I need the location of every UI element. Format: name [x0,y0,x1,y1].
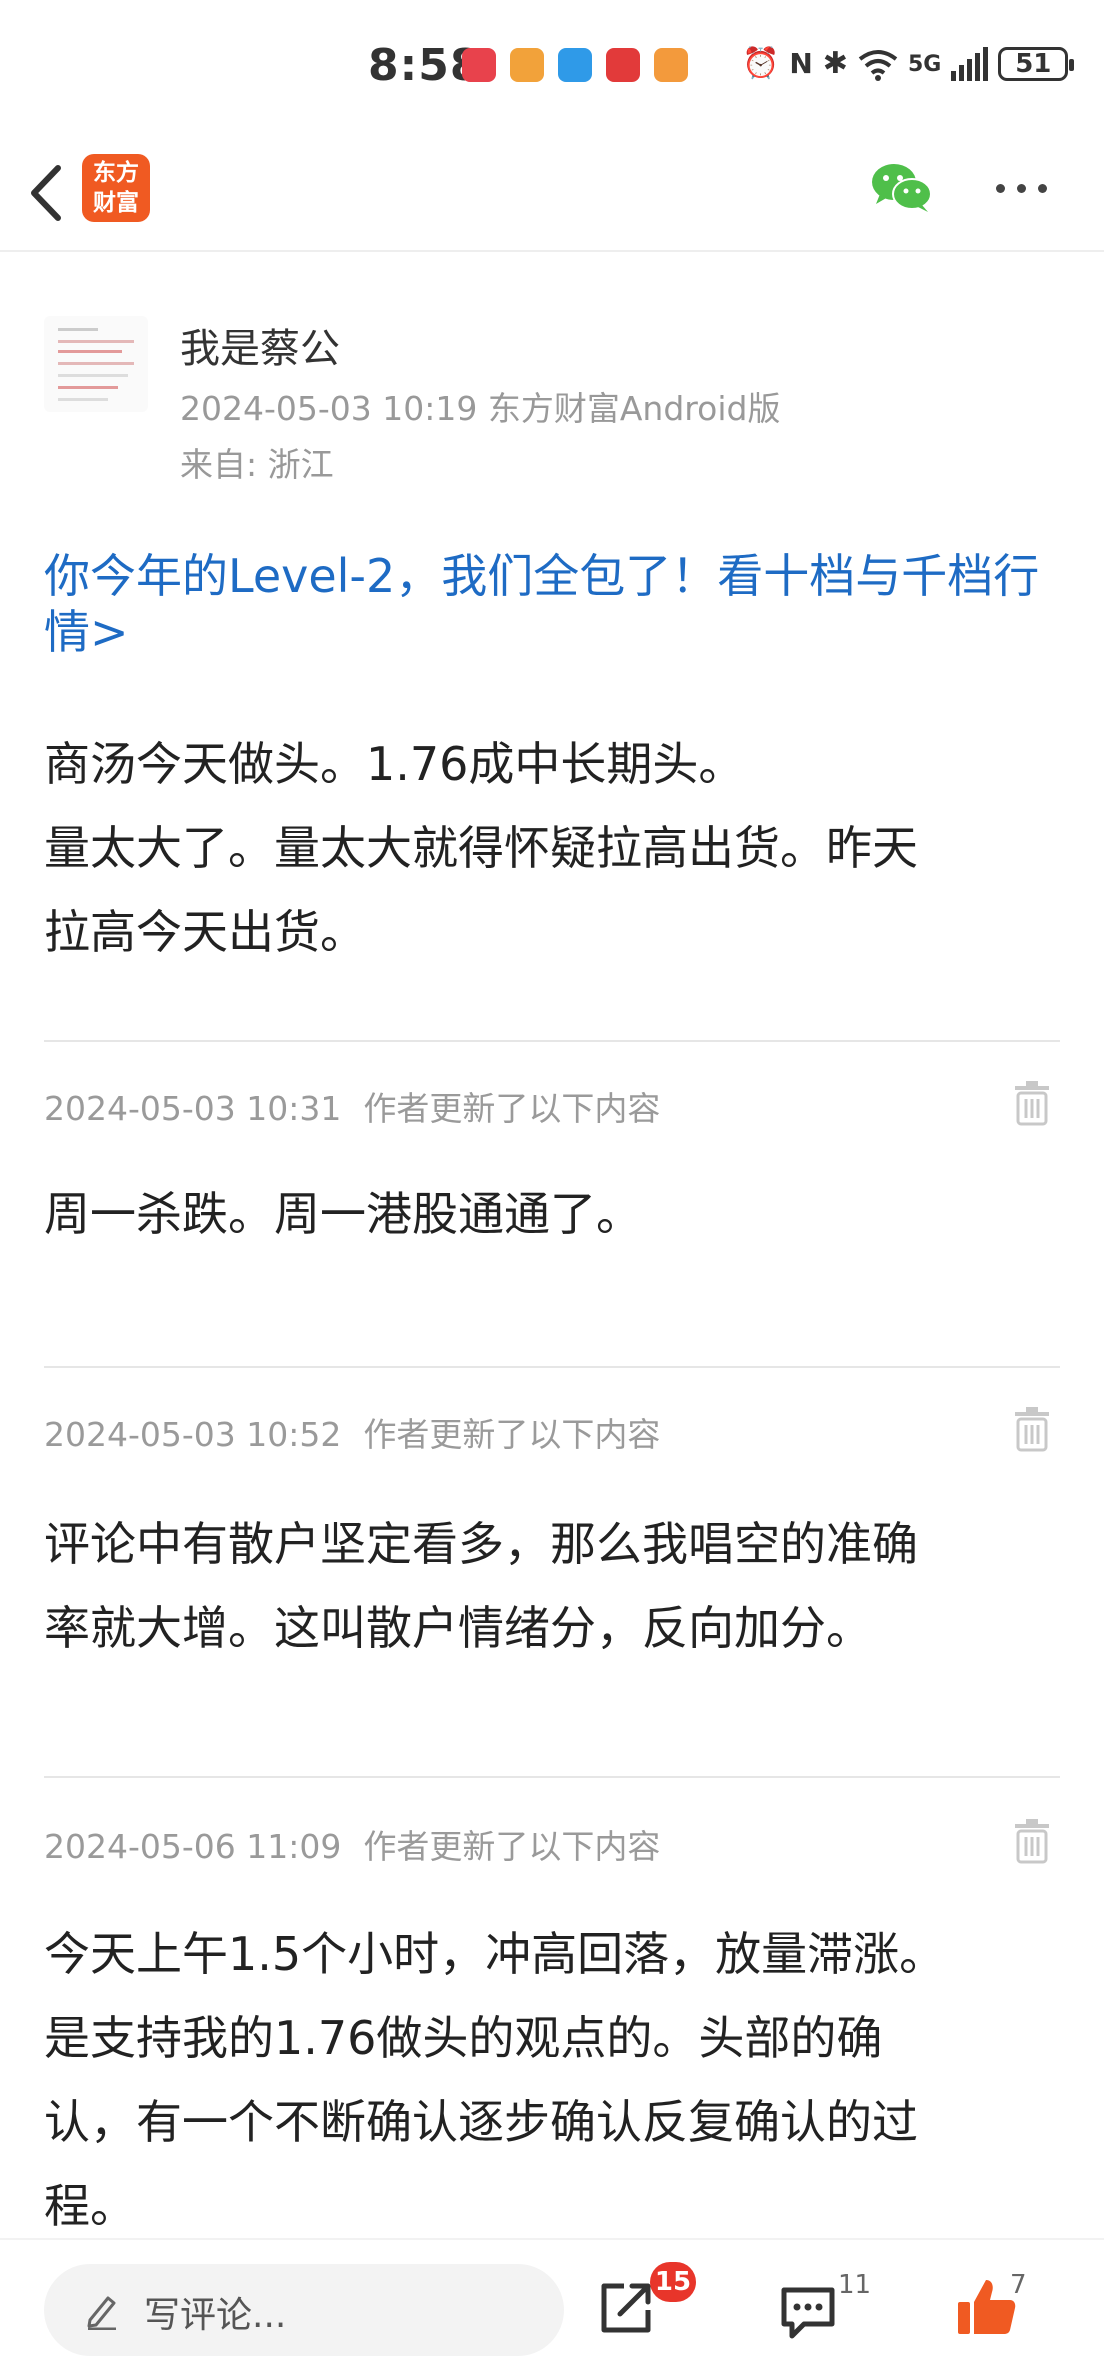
comment-count: 11 [838,2270,872,2300]
red-app-icon [606,48,640,82]
like-count: 7 [1010,2270,1027,2300]
status-bar: 8:58 ⏰ N ✱ 5G 51 [0,0,1104,140]
update-time: 2024-05-03 10:52 [44,1415,342,1454]
post-line: 量太大了。量太大就得怀疑拉高出货。昨天 [44,821,918,875]
update-header: 2024-05-03 10:31 作者更新了以下内容 [44,1082,660,1130]
trash-icon[interactable] [1012,1406,1052,1452]
update-header: 2024-05-03 10:52 作者更新了以下内容 [44,1408,660,1456]
comment-icon[interactable] [778,2284,838,2340]
alarm-icon: ⏰ [742,46,780,81]
update-line: 率就大增。这叫散户情绪分，反向加分。 [44,1601,872,1655]
divider [44,1040,1060,1042]
update-body: 今天上午1.5个小时，冲高回落，放量滞涨。 是支持我的1.76做头的观点的。头部… [44,1912,1060,2248]
battery-icon: 51 [998,47,1075,81]
update-line: 是支持我的1.76做头的观点的。头部的确 [44,2011,883,2065]
message-app-icon [558,48,592,82]
wifi-icon [858,50,898,81]
post-body: 商汤今天做头。1.76成中长期头。 量太大了。量太大就得怀疑拉高出货。昨天 拉高… [44,722,1060,974]
update-label: 作者更新了以下内容 [363,1415,661,1454]
weibo-icon [510,48,544,82]
system-indicators: ⏰ N ✱ 5G 51 [742,46,1075,82]
update-time: 2024-05-06 11:09 [44,1827,342,1866]
post-meta: 2024-05-03 10:19 东方财富Android版 [180,389,781,428]
update-line: 评论中有散户坚定看多，那么我唱空的准确 [44,1517,918,1571]
network-type: 5G [907,51,942,77]
update-label: 作者更新了以下内容 [363,1089,661,1128]
author-name[interactable]: 我是蔡公 [180,316,340,374]
update-line: 程。 [44,2179,136,2233]
app-header: 东方 财富 [0,140,1104,252]
trash-icon[interactable] [1012,1818,1052,1864]
divider [44,1776,1060,1778]
update-time: 2024-05-03 10:31 [44,1089,342,1128]
thumbs-up-icon[interactable] [956,2276,1018,2338]
update-body: 周一杀跌。周一港股通通了。 [44,1172,1060,1256]
back-arrow-icon[interactable] [22,158,72,228]
update-header: 2024-05-06 11:09 作者更新了以下内容 [44,1820,660,1868]
huawei-app-icon [462,48,496,82]
update-line: 周一杀跌。周一港股通通了。 [44,1187,642,1241]
comment-placeholder: 写评论... [144,2295,287,2336]
notification-icons [462,48,688,82]
level2-promo-link[interactable]: 你今年的Level-2，我们全包了！看十档与千档行情> [44,548,1060,660]
nfc-icon: N [789,47,813,80]
share-count-badge: 15 [650,2262,696,2302]
author-avatar[interactable] [44,316,148,412]
trash-icon[interactable] [1012,1080,1052,1126]
wechat-share-icon[interactable] [870,160,934,216]
post-line: 商汤今天做头。1.76成中长期头。 [44,737,745,791]
update-body: 评论中有散户坚定看多，那么我唱空的准确 率就大增。这叫散户情绪分，反向加分。 [44,1502,1060,1670]
divider [44,1366,1060,1368]
update-line: 今天上午1.5个小时，冲高回落，放量滞涨。 [44,1927,946,1981]
post-location: 来自: 浙江 [180,445,334,484]
update-label: 作者更新了以下内容 [363,1827,661,1866]
update-line: 认，有一个不断确认逐步确认反复确认的过 [44,2095,918,2149]
comment-input[interactable]: 写评论... [44,2264,564,2356]
pencil-icon [87,2296,116,2330]
share-icon[interactable] [596,2278,656,2338]
post-line: 拉高今天出货。 [44,905,366,959]
more-options-icon[interactable] [996,184,1047,193]
bottom-action-bar: 写评论... 15 11 7 [0,2238,1104,2378]
logo-line2: 财富 [93,190,139,216]
bluetooth-icon: ✱ [822,46,848,81]
logo-line1: 东方 [93,160,139,186]
orange-app-icon [654,48,688,82]
eastmoney-logo[interactable]: 东方 财富 [82,154,150,222]
signal-icon [951,47,989,81]
